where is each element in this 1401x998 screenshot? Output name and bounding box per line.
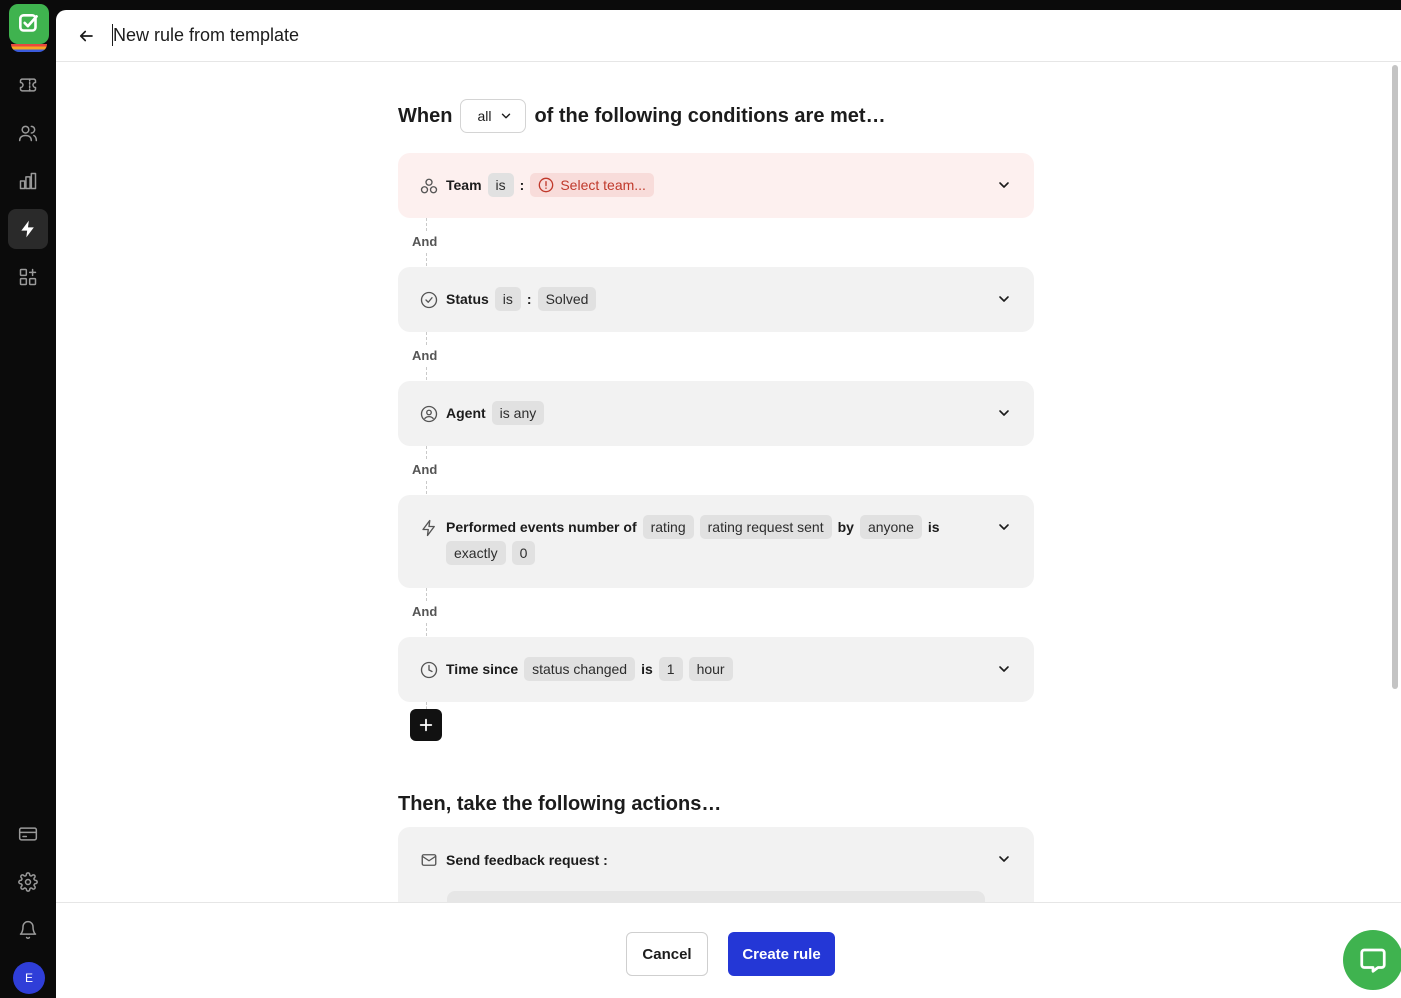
footer-bar: Cancel Create rule bbox=[56, 902, 1401, 998]
sidebar: E bbox=[0, 0, 56, 998]
field-chip[interactable]: status changed bbox=[524, 657, 636, 681]
plus-icon bbox=[419, 718, 433, 732]
chevron-down-icon[interactable] bbox=[996, 661, 1012, 677]
action-label: Send feedback request : bbox=[446, 852, 608, 868]
sidebar-item-apps[interactable] bbox=[8, 257, 48, 297]
lightning-icon bbox=[21, 220, 34, 238]
users-icon bbox=[18, 125, 38, 142]
clock-icon bbox=[420, 661, 438, 679]
sidebar-item-notifications[interactable] bbox=[8, 910, 48, 950]
chevron-down-icon[interactable] bbox=[996, 405, 1012, 421]
team-icon bbox=[420, 178, 438, 194]
chevron-down-icon[interactable] bbox=[996, 291, 1012, 307]
operator-chip[interactable]: is any bbox=[491, 401, 545, 425]
condition-agent[interactable]: Agent is any bbox=[398, 381, 1034, 446]
is-label: is bbox=[641, 661, 653, 677]
status-value-chip[interactable]: Solved bbox=[537, 287, 597, 311]
mail-icon bbox=[421, 854, 437, 866]
condition-label: Status bbox=[446, 291, 489, 307]
apps-add-icon bbox=[19, 268, 37, 286]
condition-team[interactable]: Team is : Select team... bbox=[398, 153, 1034, 218]
check-circle-icon bbox=[420, 291, 438, 309]
cancel-button[interactable]: Cancel bbox=[626, 932, 708, 976]
team-value-text: Select team... bbox=[560, 177, 646, 193]
count-chip[interactable]: 0 bbox=[511, 541, 536, 565]
team-value-chip[interactable]: Select team... bbox=[530, 173, 654, 197]
event-chip[interactable]: rating request sent bbox=[699, 515, 832, 539]
event-type-chip[interactable]: rating bbox=[642, 515, 694, 539]
chat-icon bbox=[1360, 948, 1386, 973]
condition-events-line: Performed events number of rating rating… bbox=[446, 513, 974, 565]
condition-time-line: Time since status changed is 1 hour bbox=[446, 655, 974, 683]
chevron-down-icon[interactable] bbox=[996, 519, 1012, 535]
comparator-chip[interactable]: exactly bbox=[446, 541, 506, 565]
condition-performed-events[interactable]: Performed events number of rating rating… bbox=[398, 495, 1034, 588]
amount-chip[interactable]: 1 bbox=[658, 657, 683, 681]
match-mode-value: all bbox=[477, 108, 492, 124]
sidebar-item-tickets[interactable] bbox=[8, 65, 48, 105]
back-button[interactable] bbox=[72, 22, 100, 50]
logo-stripes bbox=[11, 44, 47, 52]
bar-chart-icon bbox=[19, 172, 37, 190]
scroll-thumb[interactable] bbox=[1392, 65, 1398, 689]
sidebar-item-billing[interactable] bbox=[8, 814, 48, 854]
avatar[interactable]: E bbox=[13, 962, 45, 994]
condition-team-line: Team is : Select team... bbox=[446, 171, 974, 199]
condition-time-since[interactable]: Time since status changed is 1 hour bbox=[398, 637, 1034, 702]
conditions-suffix: of the following conditions are met… bbox=[534, 104, 886, 127]
match-mode-select[interactable]: all bbox=[460, 99, 527, 133]
and-label: And bbox=[406, 346, 444, 365]
sidebar-item-customers[interactable] bbox=[8, 113, 48, 153]
main-panel: New rule from template When all of the f… bbox=[56, 10, 1401, 998]
chevron-down-icon[interactable] bbox=[996, 851, 1012, 867]
logo-check-icon bbox=[9, 4, 49, 44]
and-label: And bbox=[406, 602, 444, 621]
separator: : bbox=[526, 291, 532, 307]
chevron-down-icon bbox=[502, 113, 511, 119]
unit-chip[interactable]: hour bbox=[688, 657, 733, 681]
is-label: is bbox=[927, 519, 940, 535]
operator-chip[interactable]: is bbox=[487, 173, 514, 197]
add-condition-button[interactable] bbox=[410, 709, 442, 741]
condition-label: Time since bbox=[446, 661, 519, 677]
scrollbar[interactable] bbox=[1389, 63, 1401, 903]
chat-widget-button[interactable] bbox=[1343, 930, 1401, 990]
action-line: Send feedback request : bbox=[446, 846, 974, 874]
condition-label: Team bbox=[446, 177, 482, 193]
condition-status[interactable]: Status is : Solved bbox=[398, 267, 1034, 332]
create-rule-button[interactable]: Create rule bbox=[728, 932, 835, 976]
and-label: And bbox=[406, 460, 444, 479]
page-title[interactable]: New rule from template bbox=[113, 25, 299, 46]
conditions-prefix: When bbox=[398, 104, 453, 127]
ticket-icon bbox=[19, 78, 37, 92]
user-circle-icon bbox=[420, 405, 438, 423]
billing-icon bbox=[18, 827, 38, 841]
bell-icon bbox=[19, 920, 37, 940]
chevron-down-icon[interactable] bbox=[996, 177, 1012, 193]
sidebar-item-automations[interactable] bbox=[8, 209, 48, 249]
lightning-outline-icon bbox=[422, 519, 435, 537]
condition-label: Agent bbox=[446, 405, 486, 421]
actor-chip[interactable]: anyone bbox=[859, 515, 922, 539]
condition-agent-line: Agent is any bbox=[446, 399, 974, 427]
top-bar: New rule from template bbox=[56, 10, 1401, 62]
by-label: by bbox=[837, 519, 854, 535]
operator-chip[interactable]: is bbox=[494, 287, 521, 311]
sidebar-item-reports[interactable] bbox=[8, 161, 48, 201]
and-label: And bbox=[406, 232, 444, 251]
conditions-heading: When all of the following conditions are… bbox=[398, 99, 886, 133]
sidebar-item-settings[interactable] bbox=[8, 862, 48, 902]
app-logo[interactable] bbox=[9, 4, 49, 52]
arrow-left-icon bbox=[79, 30, 93, 42]
condition-label: Performed events number of bbox=[446, 519, 637, 535]
gear-icon bbox=[18, 872, 38, 892]
alert-circle-icon bbox=[539, 177, 554, 193]
condition-status-line: Status is : Solved bbox=[446, 285, 974, 313]
actions-heading: Then, take the following actions… bbox=[398, 793, 722, 815]
separator: : bbox=[519, 177, 525, 193]
